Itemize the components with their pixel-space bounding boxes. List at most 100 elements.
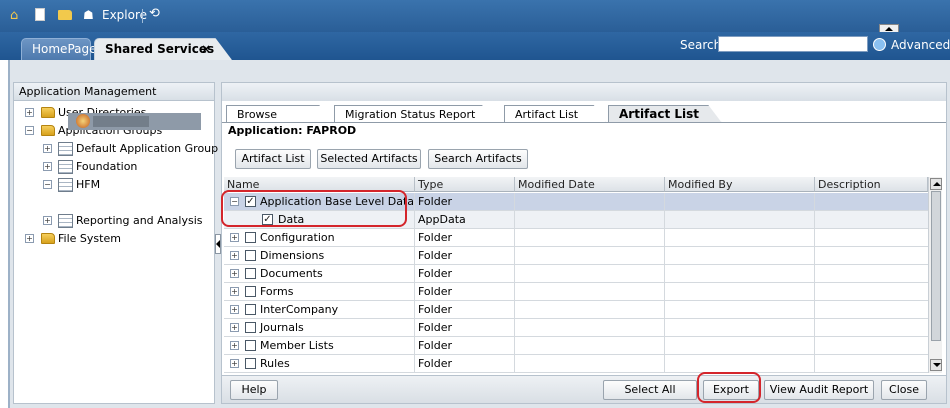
scroll-down-button[interactable] <box>930 359 942 371</box>
scroll-up-button[interactable] <box>930 178 942 190</box>
expand-icon[interactable]: + <box>230 233 239 242</box>
expand-icon[interactable]: + <box>230 341 239 350</box>
toolbar-divider <box>142 9 143 23</box>
table-row[interactable]: + Journals Folder <box>224 319 928 337</box>
modified-by-cell <box>665 355 815 373</box>
name-cell: + Documents <box>224 265 415 283</box>
artifact-name: Dimensions <box>260 249 325 262</box>
description-cell <box>815 337 928 355</box>
chevron-down-icon <box>933 363 941 367</box>
expand-icon[interactable]: + <box>25 108 34 117</box>
row-checkbox[interactable] <box>245 340 256 351</box>
application-group-icon <box>58 142 73 156</box>
row-checkbox[interactable] <box>245 250 256 261</box>
collapse-icon[interactable]: − <box>25 126 34 135</box>
type-cell: Folder <box>415 355 515 373</box>
artifact-name: Member Lists <box>260 339 334 352</box>
application-name-label: Application: FAPROD <box>228 124 356 137</box>
tree-item-file-system[interactable]: + File System <box>14 230 214 248</box>
row-checkbox[interactable] <box>245 304 256 315</box>
tree-item-default-application-group[interactable]: + Default Application Group <box>14 140 218 158</box>
row-checkbox[interactable] <box>245 286 256 297</box>
table-row[interactable]: + Forms Folder <box>224 283 928 301</box>
panel-title: Application Management <box>14 83 214 101</box>
expand-icon[interactable]: + <box>230 287 239 296</box>
tab-browse[interactable]: Browse <box>226 105 332 123</box>
application-management-panel: Application Management + User Directorie… <box>13 82 218 404</box>
tab-migration-status-report[interactable]: Migration Status Report <box>334 105 502 123</box>
table-row[interactable]: + Configuration Folder <box>224 229 928 247</box>
modified-date-cell <box>515 229 665 247</box>
close-tab-icon[interactable]: × <box>201 39 211 59</box>
tree-item-foundation[interactable]: + Foundation <box>14 158 214 176</box>
row-checkbox[interactable] <box>245 322 256 333</box>
tab-artifact-list-2[interactable]: Artifact List <box>608 105 722 123</box>
select-all-button[interactable]: Select All <box>603 380 697 400</box>
expand-icon[interactable]: + <box>230 269 239 278</box>
table-row[interactable]: + Documents Folder <box>224 265 928 283</box>
explore-icon[interactable]: ☗ <box>83 8 94 22</box>
explore-menu[interactable]: Explore <box>102 7 147 23</box>
tab-shared-services[interactable]: Shared Services × <box>94 38 232 60</box>
selected-artifacts-button[interactable]: Selected Artifacts <box>317 149 421 169</box>
highlight-annotation-base-data <box>221 190 407 227</box>
artifact-list-button[interactable]: Artifact List <box>235 149 311 169</box>
tree-item-reporting-and-analysis[interactable]: + Reporting and Analysis <box>14 212 214 230</box>
tab-artifact-list-1[interactable]: Artifact List <box>504 105 606 123</box>
search-label: Search <box>680 38 722 52</box>
highlight-annotation-export <box>697 372 761 403</box>
expand-icon[interactable]: + <box>43 162 52 171</box>
open-folder-icon[interactable] <box>58 10 72 20</box>
modified-date-cell <box>515 265 665 283</box>
artifact-name: Journals <box>260 321 304 334</box>
type-cell: Folder <box>415 193 515 211</box>
modified-by-cell <box>665 319 815 337</box>
artifact-name: Documents <box>260 267 323 280</box>
column-header-description[interactable]: Description <box>815 177 928 192</box>
new-document-icon[interactable] <box>35 8 45 21</box>
view-audit-report-button[interactable]: View Audit Report <box>764 380 874 400</box>
name-cell: + InterCompany <box>224 301 415 319</box>
search-artifacts-button[interactable]: Search Artifacts <box>428 149 528 169</box>
footer-toolbar: Help Select All Export View Audit Report… <box>222 375 946 403</box>
table-row[interactable]: + Member Lists Folder <box>224 337 928 355</box>
expand-icon[interactable]: + <box>25 234 34 243</box>
redacted-application-name <box>93 116 149 127</box>
search-input[interactable] <box>718 36 868 52</box>
table-row[interactable]: + Rules Folder <box>224 355 928 373</box>
table-row[interactable]: + InterCompany Folder <box>224 301 928 319</box>
advanced-search-icon[interactable] <box>873 38 886 51</box>
close-button[interactable]: Close <box>881 380 927 400</box>
expand-icon[interactable]: + <box>43 144 52 153</box>
tree-label: Foundation <box>76 160 138 173</box>
tab-label: Artifact List <box>619 107 700 121</box>
row-checkbox[interactable] <box>245 268 256 279</box>
type-cell: Folder <box>415 265 515 283</box>
row-checkbox[interactable] <box>245 358 256 369</box>
tab-homepage[interactable]: HomePage <box>21 38 97 60</box>
column-header-modified-by[interactable]: Modified By <box>665 177 815 192</box>
tab-label: Migration Status Report <box>345 108 476 121</box>
expand-icon[interactable]: + <box>230 323 239 332</box>
name-cell: + Journals <box>224 319 415 337</box>
tree-item-hfm[interactable]: − HFM <box>14 176 214 194</box>
column-header-modified-date[interactable]: Modified Date <box>515 177 665 192</box>
expand-icon[interactable]: + <box>230 359 239 368</box>
advanced-search-link[interactable]: Advanced <box>891 38 950 52</box>
grid-scrollbar[interactable] <box>928 177 942 373</box>
modified-by-cell <box>665 283 815 301</box>
name-cell: + Dimensions <box>224 247 415 265</box>
refresh-icon[interactable]: ⟲ <box>149 6 160 21</box>
description-cell <box>815 229 928 247</box>
table-row[interactable]: + Dimensions Folder <box>224 247 928 265</box>
collapse-icon[interactable]: − <box>43 180 52 189</box>
expand-icon[interactable]: + <box>43 216 52 225</box>
row-checkbox[interactable] <box>245 232 256 243</box>
column-header-type[interactable]: Type <box>415 177 515 192</box>
expand-icon[interactable]: + <box>230 305 239 314</box>
scroll-thumb[interactable] <box>931 191 941 341</box>
artifact-name: Rules <box>260 357 290 370</box>
expand-icon[interactable]: + <box>230 251 239 260</box>
help-button[interactable]: Help <box>230 380 278 400</box>
home-icon[interactable]: ⌂ <box>10 8 18 23</box>
